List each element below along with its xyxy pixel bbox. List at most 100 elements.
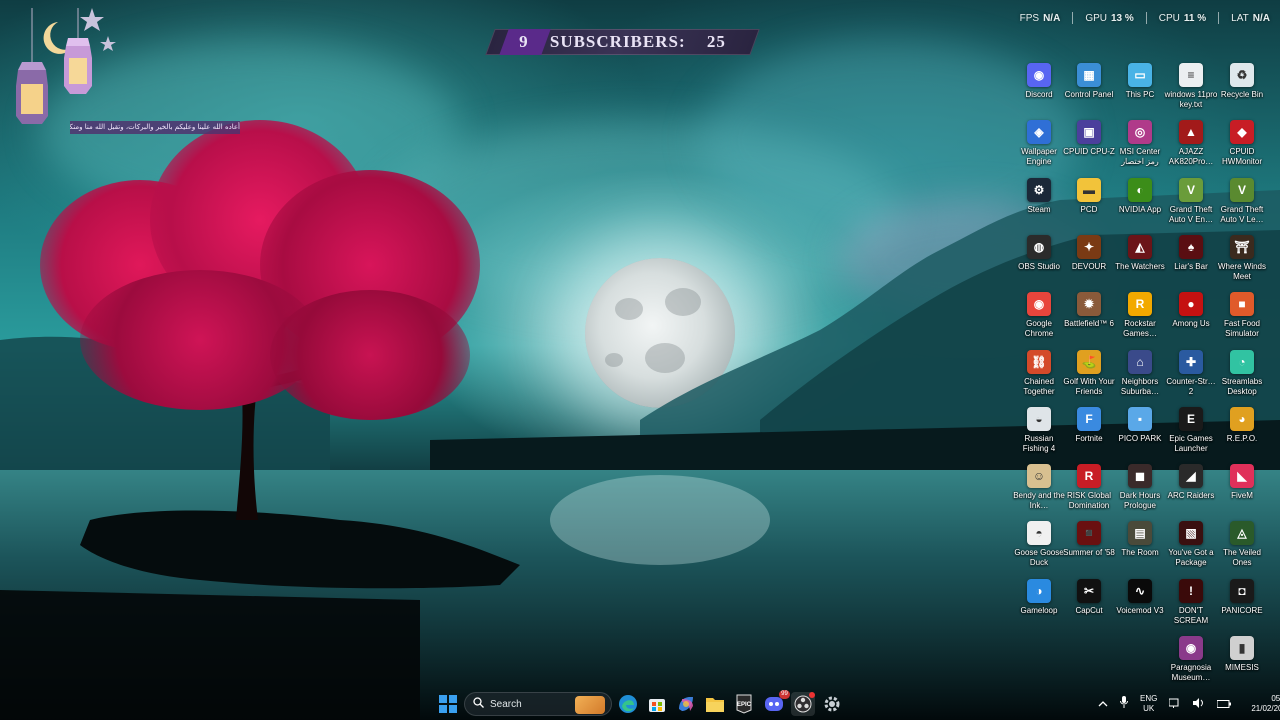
desktop-shortcut-label: DON'T SCREAM <box>1173 605 1209 625</box>
store-icon[interactable] <box>645 692 669 716</box>
desktop-shortcut[interactable]: V Grand Theft Auto V En… <box>1164 175 1218 231</box>
desktop-shortcut[interactable]: ◢ ARC Raiders <box>1164 461 1218 517</box>
desktop-shortcut-label: PICO PARK <box>1118 433 1162 443</box>
folder-icon: ▬ <box>1077 177 1101 202</box>
goose-goose-duck-icon: ◓ <box>1027 521 1051 546</box>
desktop-shortcut-label: Bendy and the Ink… <box>1013 491 1065 511</box>
desktop-shortcut[interactable]: ◎ MSI Center رمز اختصار <box>1113 117 1167 173</box>
desktop-shortcut[interactable]: ▧ You've Got a Package <box>1164 518 1218 574</box>
veiled-ones-icon: ◬ <box>1230 521 1254 546</box>
language-code: ENG <box>1140 694 1158 703</box>
desktop-shortcut-label: Grand Theft Auto V En… <box>1168 204 1214 224</box>
desktop-shortcut[interactable]: ◣ FiveM <box>1215 461 1269 517</box>
desktop-shortcut[interactable]: ∿ Voicemod V3 <box>1113 576 1167 632</box>
desktop-shortcut-label: Chained Together <box>1023 376 1055 396</box>
volume-icon[interactable] <box>1193 695 1205 713</box>
desktop-shortcut[interactable]: ◉ Discord <box>1012 60 1066 116</box>
desktop-shortcut[interactable]: R Rockstar Games… <box>1113 289 1167 345</box>
start-icon[interactable] <box>436 692 460 716</box>
edge-icon[interactable] <box>616 692 640 716</box>
cs2-icon: ✚ <box>1179 349 1203 374</box>
desktop-shortcut[interactable]: R RISK Global Domination <box>1062 461 1116 517</box>
desktop-shortcut[interactable]: ✹ Battlefield™ 6 <box>1062 289 1116 345</box>
settings-icon[interactable] <box>820 692 844 716</box>
desktop-shortcut[interactable]: ♻ Recycle Bin <box>1215 60 1269 116</box>
desktop-shortcut[interactable]: ✚ Counter-Str… 2 <box>1164 347 1218 403</box>
search-input[interactable] <box>490 698 570 710</box>
desktop-shortcut-label: PANICORE <box>1221 605 1263 615</box>
gpu-value: 13 % <box>1110 12 1134 24</box>
gpu-stat: GPU 13 % <box>1085 12 1133 24</box>
desktop-shortcut[interactable]: ♠ Liar's Bar <box>1164 232 1218 288</box>
where-winds-meet-icon: ⛩ <box>1230 234 1254 259</box>
desktop-shortcut[interactable]: ⛩ Where Winds Meet <box>1215 232 1269 288</box>
desktop-shortcut-label: The Veiled Ones <box>1223 548 1261 568</box>
desktop-shortcut[interactable]: E Epic Games Launcher <box>1164 404 1218 460</box>
discord-taskbar-icon[interactable]: 99 <box>762 690 790 716</box>
desktop-shortcut[interactable]: ◍ OBS Studio <box>1012 232 1066 288</box>
language-indicator[interactable]: ENG UK <box>1140 694 1157 714</box>
desktop-shortcut[interactable]: ■ Fast Food Simulator <box>1215 289 1269 345</box>
desktop-shortcut[interactable]: ◭ The Watchers <box>1113 232 1167 288</box>
desktop-shortcut[interactable]: ▭ This PC <box>1113 60 1167 116</box>
desktop-shortcut[interactable]: ◆ CPUID HWMonitor <box>1215 117 1269 173</box>
desktop-shortcut[interactable]: ◾ Summer of '58 <box>1062 518 1116 574</box>
desktop-shortcut[interactable]: ⚙ Steam <box>1012 175 1066 231</box>
among-us-icon: ● <box>1179 292 1203 317</box>
obs-taskbar-icon[interactable] <box>791 692 815 716</box>
pico-park-icon: ▪ <box>1128 406 1152 431</box>
desktop-shortcut[interactable]: ◕ R.E.P.O. <box>1215 404 1269 460</box>
desktop-shortcut[interactable]: ◐ NVIDIA App <box>1113 175 1167 231</box>
desktop-shortcut[interactable]: F Fortnite <box>1062 404 1116 460</box>
desktop-shortcut[interactable]: ▮ MIMESIS <box>1215 633 1269 689</box>
package-icon: ▧ <box>1179 521 1203 546</box>
taskbar-search[interactable] <box>464 692 612 716</box>
desktop-shortcut[interactable]: ⛓ Chained Together <box>1012 347 1066 403</box>
desktop-shortcut-label: Counter-Str… 2 <box>1166 376 1216 396</box>
desktop-shortcut[interactable]: ▤ The Room <box>1113 518 1167 574</box>
desktop-shortcut[interactable]: ▬ PCD <box>1062 175 1116 231</box>
gta-v-icon: V <box>1179 177 1203 202</box>
desktop-shortcut[interactable]: ✦ DEVOUR <box>1062 232 1116 288</box>
desktop-shortcut-label: Dark Hours Prologue <box>1119 491 1161 511</box>
desktop-shortcut[interactable]: ◉ Paragnosia Museum… <box>1164 633 1218 689</box>
desktop-shortcut[interactable]: ◬ The Veiled Ones <box>1215 518 1269 574</box>
desktop-shortcut[interactable]: ⛳ Golf With Your Friends <box>1062 347 1116 403</box>
desktop-shortcut-label: Russian Fishing 4 <box>1022 433 1056 453</box>
copilot-icon[interactable] <box>674 692 698 716</box>
desktop-shortcut[interactable]: ◒ Russian Fishing 4 <box>1012 404 1066 460</box>
desktop-shortcut[interactable]: ◑ Gameloop <box>1012 576 1066 632</box>
dont-scream-icon: ! <box>1179 578 1203 603</box>
desktop-shortcut[interactable]: ⌂ Neighbors Suburba… <box>1113 347 1167 403</box>
desktop-shortcut[interactable]: ▦ Control Panel <box>1062 60 1116 116</box>
epic-games-taskbar-icon[interactable]: EPIC <box>732 692 756 716</box>
clock[interactable]: 05:59 21/02/2026 <box>1251 694 1280 714</box>
desktop-shortcut[interactable]: ☺ Bendy and the Ink… <box>1012 461 1066 517</box>
microphone-icon[interactable] <box>1120 695 1128 713</box>
file-explorer-icon[interactable] <box>703 692 727 716</box>
desktop-shortcut-label: Recycle Bin <box>1220 90 1264 99</box>
lat-value: N/A <box>1252 12 1270 24</box>
desktop-shortcut-label: OBS Studio <box>1018 261 1060 271</box>
desktop-shortcut[interactable]: ◈ Wallpaper Engine <box>1012 117 1066 173</box>
desktop-shortcut[interactable]: ▪ PICO PARK <box>1113 404 1167 460</box>
desktop-shortcut[interactable]: ! DON'T SCREAM <box>1164 576 1218 632</box>
desktop-shortcut-label: R.E.P.O. <box>1226 433 1258 443</box>
desktop-shortcut[interactable]: ≡ windows 11pro key.txt <box>1164 60 1218 116</box>
desktop-shortcut[interactable]: ◓ Goose Goose Duck <box>1012 518 1066 574</box>
desktop-shortcut[interactable]: ▣ CPUID CPU-Z <box>1062 117 1116 173</box>
desktop-shortcut[interactable]: ▲ AJAZZ AK820Pro… <box>1164 117 1218 173</box>
desktop-shortcut[interactable]: ◔ Streamlabs Desktop <box>1215 347 1269 403</box>
desktop-shortcut[interactable]: ◼ Dark Hours Prologue <box>1113 461 1167 517</box>
battery-icon[interactable] <box>1216 695 1232 713</box>
desktop-shortcut[interactable]: ● Among Us <box>1164 289 1218 345</box>
cpu-stat: CPU 11 % <box>1159 12 1206 24</box>
clock-time: 05:59 <box>1271 694 1280 703</box>
desktop-shortcut[interactable]: ✂ CapCut <box>1062 576 1116 632</box>
chevron-up-icon[interactable] <box>1098 695 1108 713</box>
network-icon[interactable] <box>1168 695 1181 713</box>
desktop-shortcut[interactable]: ◉ Google Chrome <box>1012 289 1066 345</box>
desktop-shortcut-label: Summer of '58 <box>1063 548 1115 558</box>
desktop-shortcut[interactable]: V Grand Theft Auto V Le… <box>1215 175 1269 231</box>
desktop-shortcut[interactable]: ◘ PANICORE <box>1215 576 1269 632</box>
